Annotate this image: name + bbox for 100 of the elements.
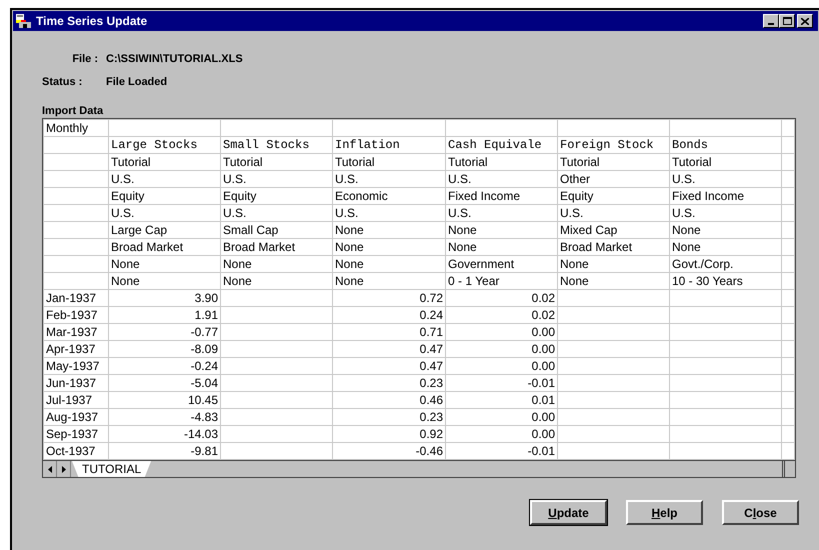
table-cell: 0.02 — [446, 290, 558, 306]
minimize-button[interactable] — [763, 14, 779, 28]
table-cell: 0.92 — [332, 426, 446, 442]
table-cell: Large Cap — [108, 222, 220, 238]
table-cell: None — [332, 238, 446, 256]
table-cell: 0.46 — [332, 392, 446, 408]
table-cell: Tutorial — [670, 154, 782, 170]
table-cell: -0.01 — [446, 374, 558, 392]
table-cell: None — [332, 222, 446, 238]
table-cell: None — [670, 222, 782, 238]
table-cell: Tutorial — [108, 154, 220, 170]
left-triangle-icon — [48, 466, 52, 472]
table-cell: Tutorial — [332, 154, 446, 170]
table-cell: 0.71 — [332, 324, 446, 340]
table-cell: U.S. — [332, 170, 446, 188]
table-cell: None — [332, 272, 446, 290]
table-cell: -14.03 — [108, 426, 220, 442]
table-cell: -8.09 — [108, 340, 220, 358]
column-header: Bonds — [670, 136, 782, 154]
table-cell: 0.02 — [446, 306, 558, 324]
row-header: Jul-1937 — [44, 392, 108, 408]
table-cell: Tutorial — [446, 154, 558, 170]
maximize-button[interactable] — [779, 14, 795, 28]
table-cell: U.S. — [220, 170, 332, 188]
row-header: Sep-1937 — [44, 426, 108, 442]
import-data-label: Import Data — [42, 104, 104, 118]
table-cell: None — [332, 256, 446, 272]
column-header: Inflation — [332, 136, 446, 154]
table-cell: 0.23 — [332, 408, 446, 426]
app-icon — [16, 14, 32, 28]
table-cell: Govt./Corp. — [670, 256, 782, 272]
row-header: Jan-1937 — [44, 290, 108, 306]
column-header: Cash Equivale — [446, 136, 558, 154]
table-cell: Tutorial — [558, 154, 670, 170]
table-cell: -0.77 — [108, 324, 220, 340]
table-cell: U.S. — [670, 170, 782, 188]
row-header: May-1937 — [44, 358, 108, 374]
table-cell: 0.00 — [446, 324, 558, 340]
table-cell: Tutorial — [220, 154, 332, 170]
table-cell: U.S. — [446, 204, 558, 222]
row-header: Feb-1937 — [44, 306, 108, 324]
table-cell: 0.24 — [332, 306, 446, 324]
table-cell: 0 - 1 Year — [446, 272, 558, 290]
dialog-button[interactable]: Close — [722, 500, 799, 525]
status-value: File Loaded — [106, 74, 168, 90]
table-cell: Equity — [108, 188, 220, 204]
table-cell: 0.47 — [332, 358, 446, 374]
table-cell: None — [446, 222, 558, 238]
table-cell: Equity — [220, 188, 332, 204]
right-triangle-icon — [62, 466, 66, 472]
table-cell: Broad Market — [558, 238, 670, 256]
file-path: C:\SSIWIN\TUTORIAL.XLS — [106, 52, 243, 67]
table-cell: Government — [446, 256, 558, 272]
table-cell: 3.90 — [108, 290, 220, 306]
dialog-button[interactable]: Help — [626, 500, 703, 525]
table-cell: U.S. — [558, 204, 670, 222]
table-cell: Monthly — [44, 120, 108, 136]
table-cell: Fixed Income — [446, 188, 558, 204]
column-header: Large Stocks — [108, 136, 220, 154]
table-cell: 0.00 — [446, 340, 558, 358]
table-cell: 0.72 — [332, 290, 446, 306]
close-button[interactable] — [797, 14, 813, 28]
row-header: Mar-1937 — [44, 324, 108, 340]
column-header: Foreign Stock — [558, 136, 670, 154]
sheet-tab[interactable]: TUTORIAL — [72, 461, 152, 477]
table-cell: 0.23 — [332, 374, 446, 392]
close-icon — [801, 18, 809, 24]
status-label: Status : — [42, 74, 84, 90]
table-cell: None — [108, 256, 220, 272]
column-header: Small Stocks — [220, 136, 332, 154]
table-cell: U.S. — [670, 204, 782, 222]
table-cell: Small Cap — [220, 222, 332, 238]
table-cell: 0.47 — [332, 340, 446, 358]
table-cell: None — [108, 272, 220, 290]
table-cell: None — [670, 238, 782, 256]
row-header: Apr-1937 — [44, 340, 108, 358]
table-cell: None — [220, 272, 332, 290]
dialog-button[interactable]: Update — [530, 500, 607, 525]
table-cell: 0.01 — [446, 392, 558, 408]
table-cell: U.S. — [220, 204, 332, 222]
table-cell: -4.83 — [108, 408, 220, 426]
table-cell: 0.00 — [446, 426, 558, 442]
file-label: File : — [71, 52, 98, 67]
table-cell: 10 - 30 Years — [670, 272, 782, 290]
table-cell: Other — [558, 170, 670, 188]
table-cell: -0.24 — [108, 358, 220, 374]
table-cell: 0.00 — [446, 358, 558, 374]
table-cell: Broad Market — [108, 238, 220, 256]
table-cell: None — [558, 272, 670, 290]
row-header: Jun-1937 — [44, 374, 108, 392]
table-cell: 10.45 — [108, 392, 220, 408]
table-cell: U.S. — [108, 170, 220, 188]
table-cell: None — [220, 256, 332, 272]
table-cell: Equity — [558, 188, 670, 204]
table-cell: U.S. — [446, 170, 558, 188]
table-cell: U.S. — [332, 204, 446, 222]
table-cell: None — [558, 256, 670, 272]
table-cell: None — [446, 238, 558, 256]
window-title: Time Series Update — [36, 13, 148, 30]
table-cell: -5.04 — [108, 374, 220, 392]
